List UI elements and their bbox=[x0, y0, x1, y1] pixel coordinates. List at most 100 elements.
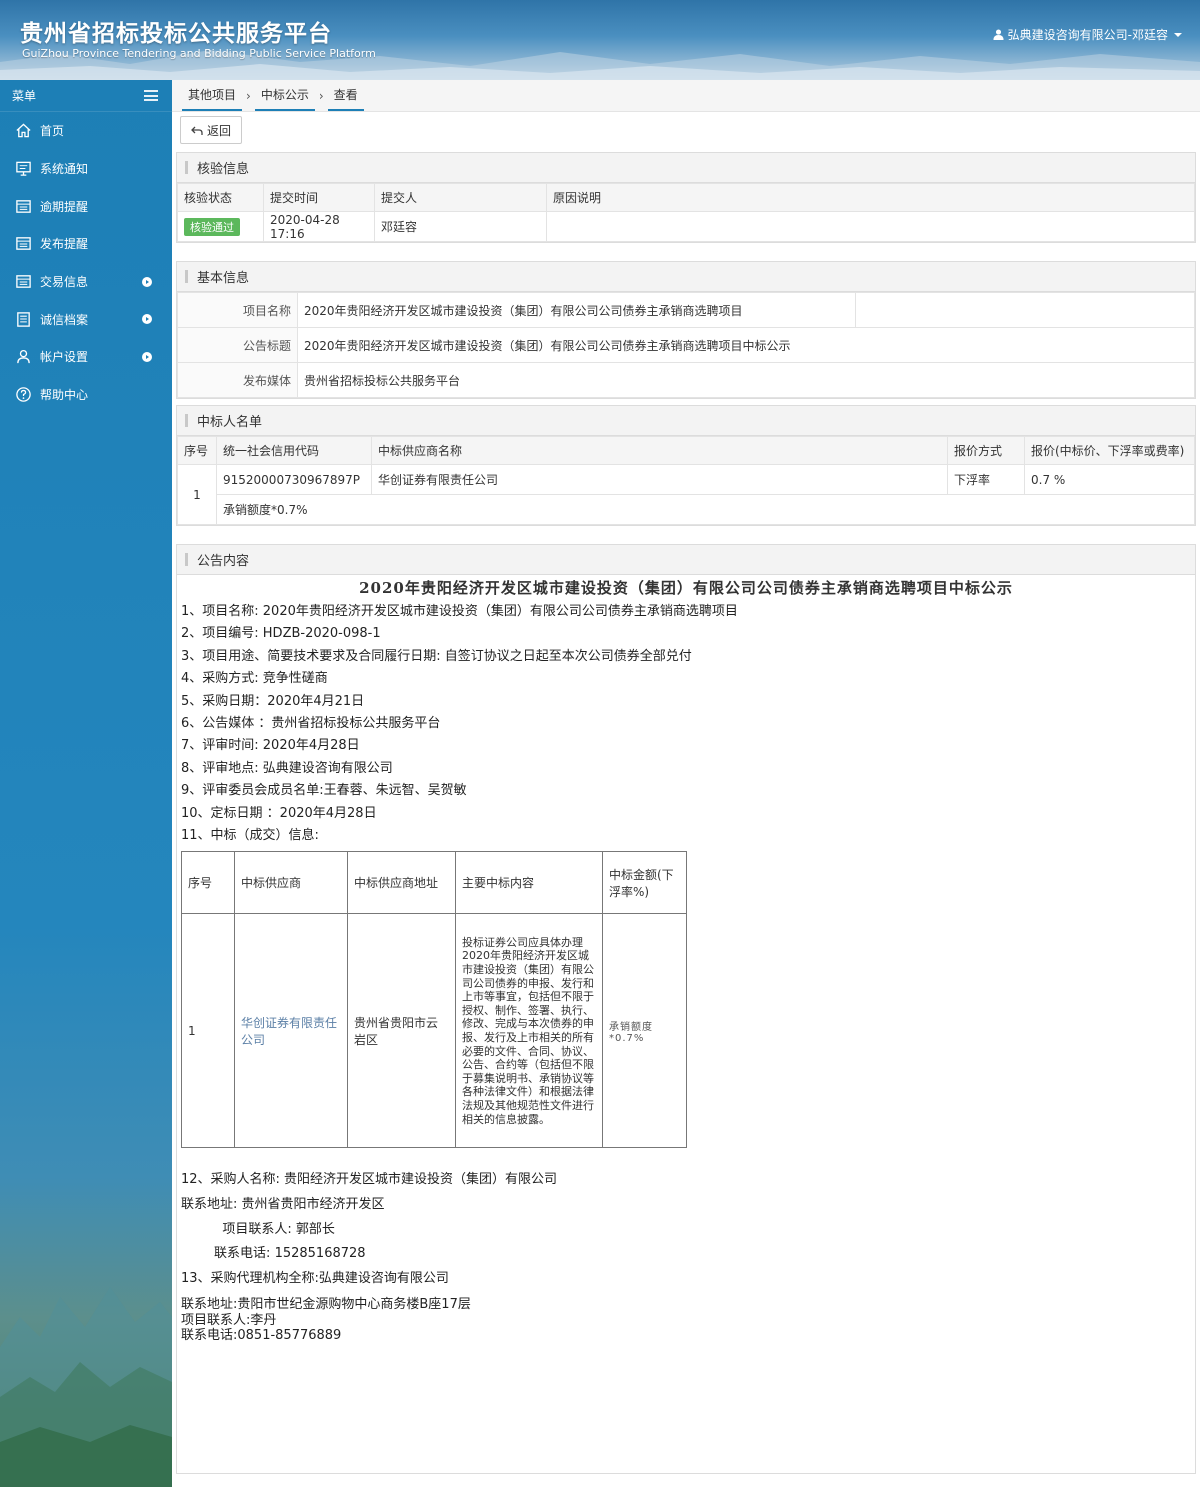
notice-heading: 2020年贵阳经济开发区城市建设投资（集团）有限公司公司债券主承销商选聘项目中标… bbox=[359, 579, 1013, 597]
quote-value: 0.7 % bbox=[1024, 464, 1195, 495]
submitter: 邓廷容 bbox=[374, 211, 547, 242]
sidebar-item-label: 诚信档案 bbox=[40, 312, 89, 327]
reason bbox=[546, 211, 1195, 242]
notice-body: 2020年贵阳经济开发区城市建设投资（集团）有限公司公司债券主承销商选聘项目中标… bbox=[177, 577, 1195, 1344]
notice-panel: 公告内容 2020年贵阳经济开发区城市建设投资（集团）有限公司公司债券主承销商选… bbox=[176, 544, 1196, 1474]
sidebar-item-label: 帮助中心 bbox=[40, 388, 89, 403]
chevron-right-icon bbox=[142, 276, 152, 287]
back-icon bbox=[191, 126, 203, 135]
sidebar-item-label: 系统通知 bbox=[40, 162, 89, 177]
sidebar: 菜单 首页 系统通知 逾期提醒 发布提醒 交易信息 诚信档案 帐户设置 帮助中心 bbox=[0, 80, 172, 1487]
table-row: 1 91520000730967897P 华创证券有限责任公司 下浮率 0.7 … bbox=[177, 464, 1195, 525]
info-row: 项目名称 2020年贵阳经济开发区城市建设投资（集团）有限公司公司债券主承销商选… bbox=[177, 292, 1195, 328]
column-header: 序号 bbox=[177, 436, 217, 465]
winners-table: 序号 统一社会信用代码 中标供应商名称 报价方式 报价(中标价、下浮率或费率) … bbox=[177, 436, 1195, 525]
breadcrumb: 其他项目 › 中标公示 › 查看 bbox=[172, 80, 1200, 112]
landscape-decoration bbox=[0, 1287, 172, 1487]
quote-note: 承销额度*0.7% bbox=[216, 494, 1195, 525]
column-header: 中标金额(下浮率%) bbox=[602, 851, 687, 915]
chevron-down-icon bbox=[1174, 32, 1182, 37]
row-number: 1 bbox=[177, 464, 217, 525]
sidebar-item-credit[interactable]: 诚信档案 bbox=[0, 300, 172, 338]
list-icon bbox=[14, 273, 32, 291]
breadcrumb-separator: › bbox=[318, 89, 324, 103]
monitor-icon bbox=[14, 160, 32, 178]
notice-line: 13、采购代理机构全称:弘典建设咨询有限公司 bbox=[181, 1270, 449, 1286]
user-menu[interactable]: 弘典建设咨询有限公司-邓廷容 bbox=[993, 26, 1182, 43]
basic-panel-title: 基本信息 bbox=[197, 271, 250, 286]
column-header: 原因说明 bbox=[546, 183, 1195, 212]
menu-toggle-icon[interactable] bbox=[144, 90, 158, 101]
platform-title: 贵州省招标投标公共服务平台 bbox=[20, 21, 332, 47]
column-header: 主要中标内容 bbox=[455, 851, 603, 915]
award-table: 序号 中标供应商 中标供应商地址 主要中标内容 中标金额(下浮率%) 1 华创证… bbox=[181, 851, 687, 1149]
notice-line: 10、定标日期 ：2020年4月28日 bbox=[181, 805, 377, 821]
info-label: 公告标题 bbox=[177, 327, 298, 363]
sidebar-item-notifications[interactable]: 系统通知 bbox=[0, 150, 172, 188]
breadcrumb-separator: › bbox=[246, 89, 251, 103]
status-badge: 核验通过 bbox=[184, 217, 240, 236]
award-amount: 承销额度*0.7% bbox=[602, 913, 687, 1149]
basic-panel-header: 基本信息 bbox=[177, 262, 1195, 292]
column-header: 中标供应商 bbox=[234, 851, 348, 915]
winners-panel-header: 中标人名单 bbox=[177, 406, 1195, 436]
breadcrumb-award-notice[interactable]: 中标公示 bbox=[254, 86, 315, 111]
sidebar-item-publish[interactable]: 发布提醒 bbox=[0, 225, 172, 263]
media-value: 贵州省招标投标公共服务平台 bbox=[297, 362, 1195, 398]
verify-panel-header: 核验信息 bbox=[177, 153, 1195, 183]
chevron-right-icon bbox=[142, 314, 152, 325]
empty-cell bbox=[855, 292, 1195, 328]
table-row: 核验通过 2020-04-28 17:16 邓廷容 bbox=[177, 211, 1195, 242]
document-icon bbox=[14, 310, 32, 328]
sidebar-item-label: 发布提醒 bbox=[40, 237, 89, 252]
award-address: 贵州省贵阳市云岩区 bbox=[347, 913, 456, 1149]
notice-line: 2、项目编号: HDZB-2020-098-1 bbox=[181, 626, 381, 642]
winners-panel: 中标人名单 序号 统一社会信用代码 中标供应商名称 报价方式 报价(中标价、下浮… bbox=[176, 405, 1196, 526]
winners-panel-title: 中标人名单 bbox=[197, 415, 263, 430]
sidebar-item-transactions[interactable]: 交易信息 bbox=[0, 263, 172, 301]
breadcrumb-other-projects[interactable]: 其他项目 bbox=[182, 86, 243, 111]
basic-info-table: 项目名称 2020年贵阳经济开发区城市建设投资（集团）有限公司公司债券主承销商选… bbox=[177, 292, 1195, 398]
column-header: 中标供应商名称 bbox=[371, 436, 948, 465]
verify-panel: 核验信息 核验状态 提交时间 提交人 原因说明 核验通过 2020-04-28 … bbox=[176, 152, 1196, 243]
column-header: 序号 bbox=[181, 851, 235, 915]
platform-subtitle: GuiZhou Province Tendering and Bidding P… bbox=[22, 47, 376, 60]
user-icon bbox=[993, 29, 1004, 40]
column-header: 核验状态 bbox=[177, 183, 264, 212]
notice-line: 9、评审委员会成员名单:王春蓉、朱远智、吴贺敏 bbox=[181, 783, 467, 799]
home-icon bbox=[14, 122, 32, 140]
column-header: 提交人 bbox=[374, 183, 547, 212]
chevron-right-icon bbox=[142, 351, 152, 362]
quote-method: 下浮率 bbox=[947, 464, 1025, 495]
notice-line: 5、采购日期：2020年4月21日 bbox=[181, 693, 365, 709]
back-button-label: 返回 bbox=[207, 123, 232, 138]
notice-line: 联系地址: 贵州省贵阳市经济开发区 bbox=[181, 1197, 385, 1213]
breadcrumb-view[interactable]: 查看 bbox=[327, 86, 364, 111]
info-label: 发布媒体 bbox=[177, 362, 298, 398]
sidebar-item-help[interactable]: 帮助中心 bbox=[0, 376, 172, 414]
submit-time: 2020-04-28 17:16 bbox=[263, 211, 375, 242]
info-row: 公告标题 2020年贵阳经济开发区城市建设投资（集团）有限公司公司债券主承销商选… bbox=[177, 327, 1195, 363]
notice-line: 联系地址:贵阳市世纪金源购物中心商务楼B座17层 bbox=[181, 1297, 471, 1313]
award-content: 投标证券公司应具体办理2020年贵阳经济开发区城市建设投资（集团）有限公司公司债… bbox=[455, 913, 603, 1149]
sidebar-item-label: 逾期提醒 bbox=[40, 199, 89, 214]
notice-line: 3、项目用途、简要技术要求及合同履行日期: 自签订协议之日起至本次公司债券全部兑… bbox=[181, 648, 692, 664]
supplier-name: 华创证券有限责任公司 bbox=[371, 464, 948, 495]
info-label: 项目名称 bbox=[177, 292, 298, 328]
user-icon bbox=[14, 348, 32, 366]
verify-panel-title: 核验信息 bbox=[197, 162, 250, 177]
sidebar-item-account[interactable]: 帐户设置 bbox=[0, 338, 172, 376]
main-content: 其他项目 › 中标公示 › 查看 返回 核验信息 核验状态 提交时间 提交人 原… bbox=[172, 80, 1200, 1487]
table-row: 1 华创证券有限责任公司 贵州省贵阳市云岩区 投标证券公司应具体办理2020年贵… bbox=[181, 913, 687, 1149]
sidebar-item-home[interactable]: 首页 bbox=[0, 112, 172, 150]
basic-panel: 基本信息 项目名称 2020年贵阳经济开发区城市建设投资（集团）有限公司公司债券… bbox=[176, 261, 1196, 399]
notice-line: 12、采购人名称: 贵阳经济开发区城市建设投资（集团）有限公司 bbox=[181, 1172, 558, 1188]
sidebar-item-label: 帐户设置 bbox=[40, 350, 89, 365]
sidebar-item-overdue[interactable]: 逾期提醒 bbox=[0, 187, 172, 225]
credit-code: 91520000730967897P bbox=[216, 464, 372, 495]
award-supplier: 华创证券有限责任公司 bbox=[234, 913, 348, 1149]
back-button[interactable]: 返回 bbox=[180, 116, 243, 144]
notice-line: 6、公告媒体 ：贵州省招标投标公共服务平台 bbox=[181, 716, 441, 732]
row-number: 1 bbox=[181, 913, 235, 1149]
notice-line: 1、项目名称: 2020年贵阳经济开发区城市建设投资（集团）有限公司公司债券主承… bbox=[181, 604, 738, 619]
